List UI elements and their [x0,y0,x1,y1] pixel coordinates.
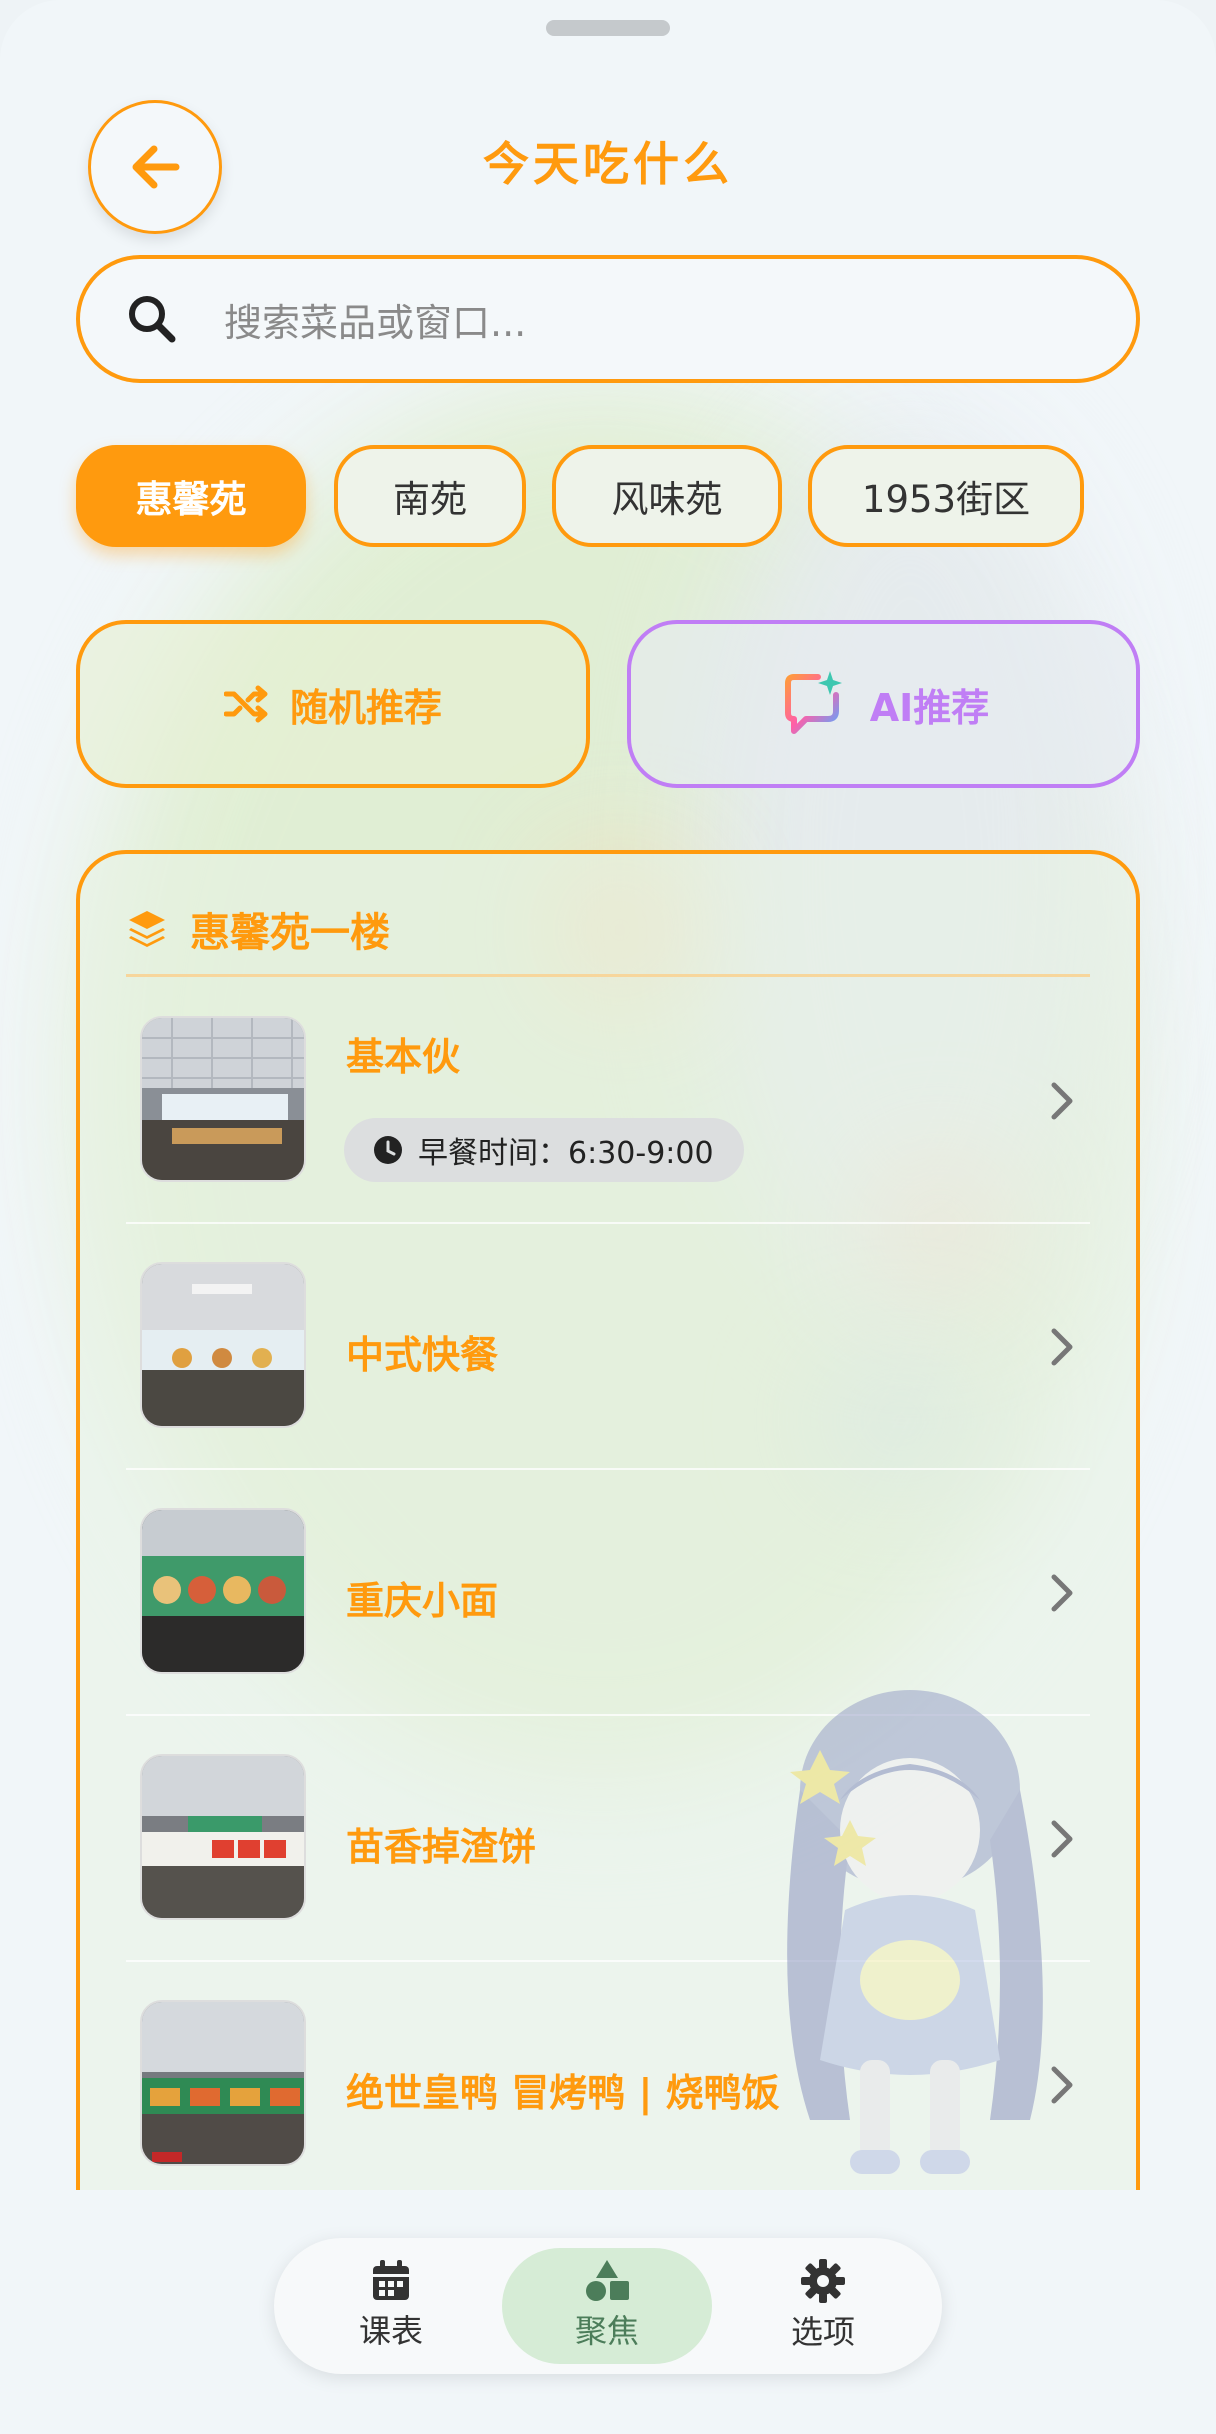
bottom-nav: 课表 聚焦 选项 [274,2238,942,2374]
stall-row[interactable]: 中式快餐 [126,1224,1090,1470]
random-recommend-label: 随机推荐 [289,685,442,730]
breakfast-time-badge: 早餐时间：6:30-9:00 [344,1118,744,1182]
tab-nanyuan[interactable]: 南苑 [334,445,526,547]
chevron-right-icon [1051,1574,1073,1612]
floor-title: 惠馨苑一楼 [190,910,390,956]
calendar-icon [373,2260,409,2300]
page-title: 今天吃什么 [483,137,733,191]
stall-name: 绝世皇鸭 冒烤鸭 | 烧鸭饭 [346,2071,780,2115]
layers-icon [129,911,165,947]
nav-focus[interactable]: 聚焦 [502,2248,712,2364]
nav-schedule-label: 课表 [358,2312,423,2350]
ai-recommend-button[interactable]: AI推荐 [627,620,1140,788]
chevron-right-icon [1051,1082,1073,1120]
nav-options-label: 选项 [790,2313,855,2351]
nav-options[interactable]: 选项 [718,2248,928,2364]
ai-recommend-label: AI推荐 [869,685,990,730]
mascot-illustration [787,1690,1043,2174]
nav-schedule[interactable]: 课表 [286,2248,496,2364]
stall-photo [140,2000,306,2166]
random-recommend-button[interactable]: 随机推荐 [76,620,590,788]
stall-photo [140,1016,306,1182]
stall-photo [140,1262,306,1428]
stall-row[interactable]: 基本伙 早餐时间：6:30-9:00 [126,978,1090,1224]
search-icon [129,296,176,343]
floor-header: 惠馨苑一楼 [126,898,390,960]
ai-chat-sparkle-icon [784,671,842,734]
stall-name: 中式快餐 [346,1333,499,1377]
search-input[interactable]: 搜索菜品或窗口... [224,292,526,347]
divider [126,974,1090,977]
stall-photo [140,1508,306,1674]
stall-photo [140,1754,306,1920]
shapes-icon [586,2260,629,2301]
breakfast-time-text: 早餐时间：6:30-9:00 [418,1136,714,1171]
stall-name: 苗香掉渣饼 [346,1825,537,1869]
clock-icon [374,1136,402,1164]
gear-icon [801,2259,845,2303]
tab-huixinyuan[interactable]: 惠馨苑 [76,445,306,547]
stall-name: 重庆小面 [346,1579,499,1623]
nav-focus-label: 聚焦 [574,2312,639,2350]
screen: 今天吃什么 搜索菜品或窗口... 惠馨苑 南苑 风味苑 1953街区 随机推荐 [0,0,1216,2434]
tab-1953-block[interactable]: 1953街区 [808,445,1084,547]
stall-name: 基本伙 [346,1035,461,1079]
chevron-right-icon [1051,1328,1073,1366]
drag-handle[interactable] [546,20,670,36]
shuffle-icon [223,685,268,723]
search-bar[interactable]: 搜索菜品或窗口... [76,255,1140,383]
tab-fengweiyuan[interactable]: 风味苑 [552,445,782,547]
